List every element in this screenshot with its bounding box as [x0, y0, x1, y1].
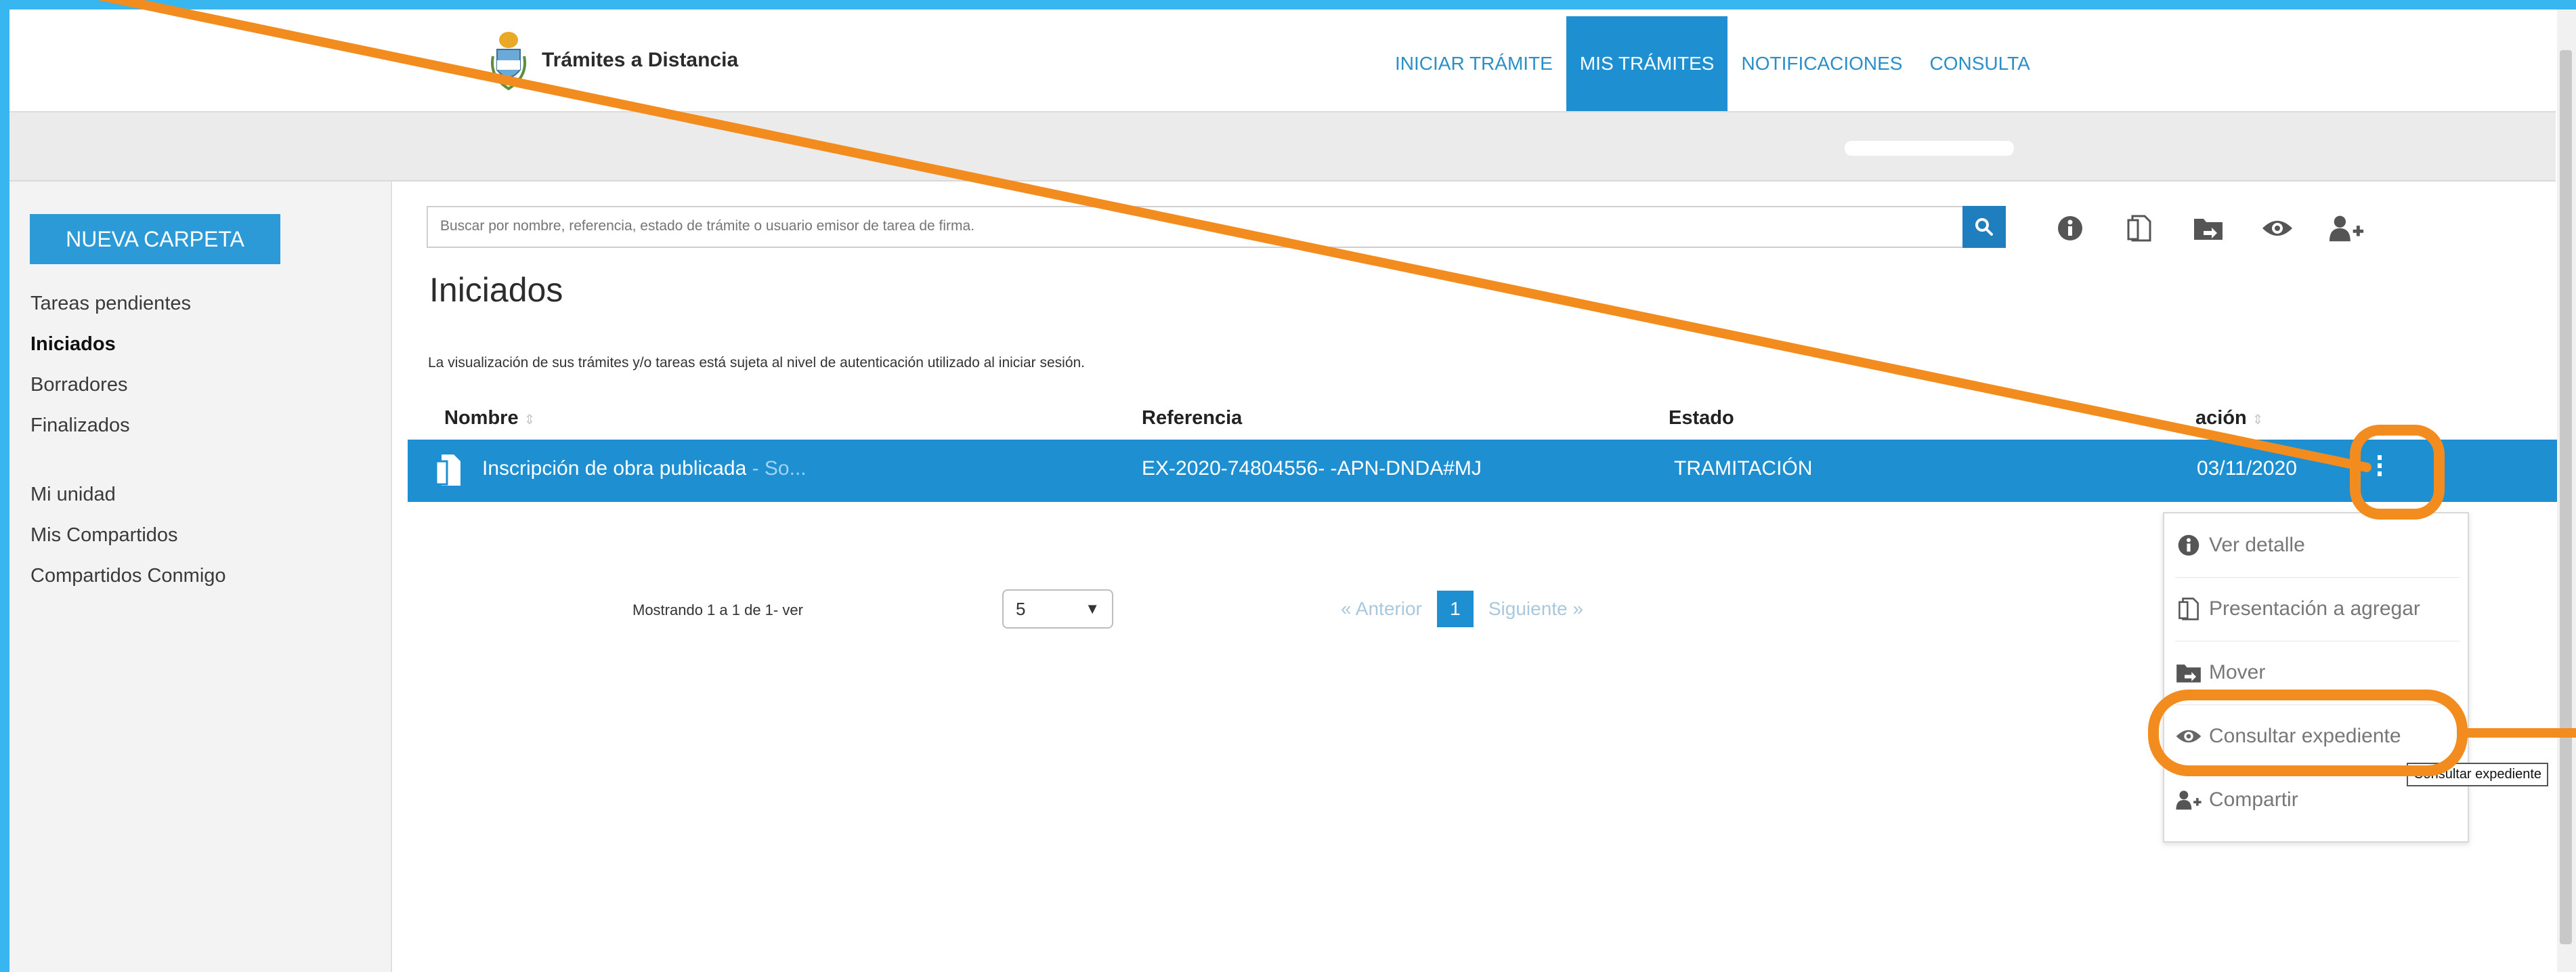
- sidebar-item-borradores[interactable]: Borradores: [30, 364, 191, 405]
- sidebar-item-mi-unidad[interactable]: Mi unidad: [30, 474, 226, 515]
- menu-item-label: Consultar expediente: [2209, 725, 2401, 747]
- sidebar-item-tareas-pendientes[interactable]: Tareas pendientes: [30, 283, 191, 324]
- sidebar-item-iniciados[interactable]: Iniciados: [30, 324, 191, 364]
- sidebar-item-finalizados[interactable]: Finalizados: [30, 405, 191, 446]
- page-size-select[interactable]: 5 ▼: [1002, 589, 1113, 629]
- document-icon: [435, 455, 460, 486]
- nav-notificaciones[interactable]: NOTIFICACIONES: [1727, 16, 1916, 111]
- sidebar-item-mis-compartidos[interactable]: Mis Compartidos: [30, 515, 226, 555]
- auth-note: La visualización de sus trámites y/o tar…: [428, 355, 1086, 371]
- menu-item-label: Presentación a agregar: [2209, 597, 2420, 620]
- share-user-icon[interactable]: [2328, 210, 2365, 247]
- info-icon[interactable]: [2052, 210, 2088, 247]
- menu-item-ver-detalle[interactable]: Ver detalle: [2175, 513, 2460, 578]
- search-button[interactable]: [1962, 206, 2006, 248]
- cell-fecha: 03/11/2020: [2197, 457, 2297, 480]
- scrollbar-thumb[interactable]: [2560, 50, 2572, 944]
- cell-referencia: EX-2020-74804556- -APN-DNDA#MJ: [1142, 457, 1482, 480]
- sort-icon: ⇕: [523, 413, 536, 427]
- sidebar: NUEVA CARPETA Tareas pendientes Iniciado…: [9, 182, 392, 972]
- nav-consulta[interactable]: CONSULTA: [1916, 16, 2043, 111]
- row-name-suffix: - So...: [746, 457, 807, 480]
- pagination: « Anterior 1 Siguiente »: [1341, 591, 1583, 627]
- row-name: Inscripción de obra publicada: [482, 457, 747, 480]
- cell-estado: TRAMITACIÓN: [1674, 457, 1813, 480]
- sub-header-bar: [9, 112, 2556, 182]
- toolbar: [2052, 210, 2365, 247]
- move-folder-icon[interactable]: [2190, 210, 2227, 247]
- redacted-user-area: [1845, 141, 2014, 156]
- vertical-scrollbar[interactable]: [2557, 9, 2576, 972]
- column-creacion[interactable]: ación ⇕: [2195, 407, 2264, 429]
- search-box: [427, 206, 1964, 248]
- eye-icon[interactable]: [2259, 210, 2296, 247]
- column-referencia: Referencia: [1142, 407, 1243, 429]
- main-nav: INICIAR TRÁMITE MIS TRÁMITES NOTIFICACIO…: [1381, 16, 2044, 111]
- eye-icon: [2175, 723, 2202, 750]
- search-icon: [1975, 218, 1993, 236]
- sidebar-group-tramites: Tareas pendientes Iniciados Borradores F…: [30, 283, 191, 446]
- share-user-icon: [2175, 786, 2202, 813]
- pagination-page-current[interactable]: 1: [1436, 591, 1474, 627]
- search-input[interactable]: [428, 207, 1942, 245]
- table-header: Nombre ⇕ Referencia Estado ación ⇕: [408, 399, 2569, 440]
- menu-item-label: Compartir: [2209, 788, 2298, 811]
- menu-item-mover[interactable]: Mover: [2175, 641, 2460, 705]
- document-add-icon: [2175, 595, 2202, 622]
- tooltip: Consultar expediente: [2407, 763, 2549, 786]
- column-nombre[interactable]: Nombre ⇕: [444, 407, 535, 429]
- nav-iniciar-tramite[interactable]: INICIAR TRÁMITE: [1381, 16, 1566, 111]
- pagination-prev[interactable]: « Anterior: [1341, 598, 1422, 620]
- menu-item-label: Mover: [2209, 661, 2266, 683]
- document-add-icon[interactable]: [2121, 210, 2158, 247]
- menu-item-consultar-expediente[interactable]: Consultar expediente: [2175, 704, 2460, 769]
- sort-icon: ⇕: [2252, 413, 2264, 427]
- info-icon: [2175, 532, 2202, 559]
- menu-item-label: Ver detalle: [2209, 534, 2305, 556]
- new-folder-button[interactable]: NUEVA CARPETA: [30, 214, 280, 264]
- column-estado: Estado: [1669, 407, 1734, 429]
- menu-item-presentacion-agregar[interactable]: Presentación a agregar: [2175, 577, 2460, 641]
- page-size-value: 5: [1016, 598, 1026, 619]
- app-window: Trámites a Distancia INICIAR TRÁMITE MIS…: [9, 9, 2576, 972]
- kebab-menu-icon: [2378, 455, 2382, 476]
- row-actions-button[interactable]: [2366, 446, 2393, 486]
- top-header: Trámites a Distancia INICIAR TRÁMITE MIS…: [9, 9, 2556, 112]
- nav-mis-tramites[interactable]: MIS TRÁMITES: [1566, 16, 1728, 111]
- column-creacion-label: ación: [2195, 407, 2247, 429]
- argentina-coat-of-arms-icon: [491, 32, 526, 91]
- sidebar-group-unidad: Mi unidad Mis Compartidos Compartidos Co…: [30, 474, 226, 596]
- page-title: Iniciados: [429, 271, 563, 309]
- brand-name: Trámites a Distancia: [542, 49, 739, 71]
- chevron-down-icon: ▼: [1085, 600, 1100, 617]
- pagination-info: Mostrando 1 a 1 de 1- ver: [632, 601, 803, 618]
- move-folder-icon: [2175, 659, 2202, 686]
- cell-nombre: Inscripción de obra publicada - So...: [482, 457, 807, 480]
- brand[interactable]: Trámites a Distancia: [488, 28, 738, 92]
- tramites-table: Nombre ⇕ Referencia Estado ación ⇕ Inscrip…: [408, 399, 2569, 502]
- pagination-next[interactable]: Siguiente »: [1488, 598, 1583, 620]
- column-nombre-label: Nombre: [444, 407, 519, 429]
- row-actions-menu: Ver detalle Presentación a agregar Mover…: [2163, 512, 2469, 843]
- sidebar-item-compartidos-conmigo[interactable]: Compartidos Conmigo: [30, 555, 226, 596]
- table-row[interactable]: Inscripción de obra publicada - So... EX…: [408, 440, 2569, 502]
